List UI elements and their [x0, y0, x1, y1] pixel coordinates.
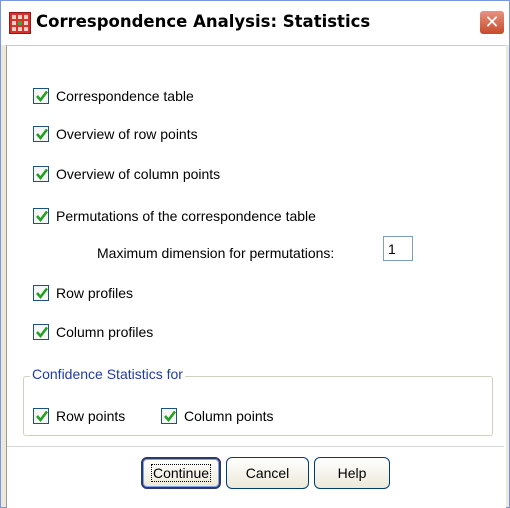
confidence-statistics-legend: Confidence Statistics for [30, 366, 185, 382]
overview-row-points-checkbox[interactable]: Overview of row points [33, 123, 198, 145]
max-dimension-label: Maximum dimension for permutations: [97, 245, 335, 261]
dialog-title: Correspondence Analysis: Statistics [36, 12, 371, 31]
permutations-label: Permutations of the correspondence table [56, 208, 316, 224]
checkmark-icon [36, 410, 49, 423]
continue-button[interactable]: Continue [141, 457, 221, 489]
column-points-checkbox[interactable]: Column points [161, 405, 274, 427]
overview-column-points-checkbox[interactable]: Overview of column points [33, 163, 220, 185]
close-button[interactable]: ✕ [479, 10, 505, 35]
dialog-window: Correspondence Analysis: Statistics ✕ Co… [0, 0, 510, 508]
checkmark-icon [36, 210, 49, 223]
checkbox-box[interactable] [33, 285, 49, 301]
cancel-button[interactable]: Cancel [226, 457, 309, 489]
close-x-icon: ✕ [484, 12, 500, 33]
column-profiles-label: Column profiles [56, 324, 154, 340]
checkmark-icon [36, 90, 49, 103]
checkmark-icon [36, 128, 49, 141]
row-points-checkbox[interactable]: Row points [33, 405, 125, 427]
row-profiles-checkbox[interactable]: Row profiles [33, 282, 133, 304]
help-button[interactable]: Help [314, 457, 390, 489]
checkmark-icon [36, 326, 49, 339]
checkbox-box[interactable] [33, 166, 49, 182]
permutations-checkbox[interactable]: Permutations of the correspondence table [33, 205, 316, 227]
button-divider [7, 446, 504, 447]
checkbox-box[interactable] [33, 88, 49, 104]
title-bar[interactable]: Correspondence Analysis: Statistics ✕ [1, 1, 509, 45]
checkmark-icon [36, 287, 49, 300]
checkmark-icon [164, 410, 177, 423]
checkbox-box[interactable] [33, 208, 49, 224]
checkbox-box[interactable] [161, 408, 177, 424]
column-points-label: Column points [184, 408, 274, 424]
spss-grid-icon [9, 12, 31, 34]
dialog-body [6, 45, 506, 508]
correspondence-table-checkbox[interactable]: Correspondence table [33, 85, 194, 107]
row-profiles-label: Row profiles [56, 285, 134, 301]
correspondence-table-label: Correspondence table [56, 88, 194, 104]
checkmark-icon [36, 168, 49, 181]
checkbox-box[interactable] [33, 324, 49, 340]
row-points-label: Row points [56, 408, 126, 424]
overview-column-points-label: Overview of column points [56, 166, 221, 182]
checkbox-box[interactable] [33, 408, 49, 424]
column-profiles-checkbox[interactable]: Column profiles [33, 321, 153, 343]
max-dimension-input[interactable] [383, 236, 413, 261]
checkbox-box[interactable] [33, 126, 49, 142]
overview-row-points-label: Overview of row points [56, 126, 198, 142]
continue-button-label: Continue [150, 464, 212, 482]
